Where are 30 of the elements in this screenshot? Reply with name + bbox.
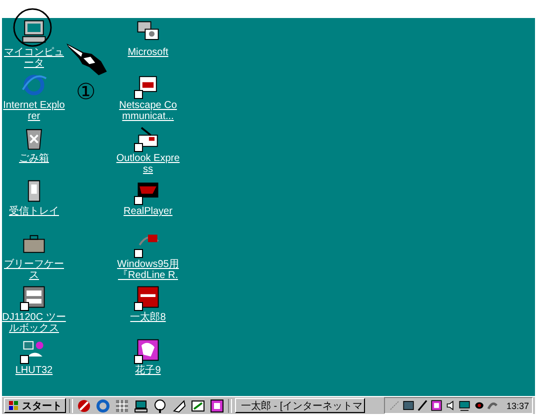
- windows-logo-icon: [8, 400, 20, 412]
- icon-label[interactable]: ブリーフケース: [2, 259, 66, 281]
- icon-label[interactable]: Microsoft: [128, 47, 168, 58]
- icon-label[interactable]: LHUT32: [15, 365, 53, 376]
- quick-launch-icon[interactable]: [190, 398, 206, 414]
- tray-icon[interactable]: [430, 399, 444, 412]
- quick-launch-icon[interactable]: [76, 398, 92, 414]
- icon-label[interactable]: Netscape Communicat...: [115, 100, 181, 122]
- icon-label[interactable]: Internet Explorer: [2, 100, 66, 122]
- quick-launch-icon[interactable]: [152, 398, 168, 414]
- icon-label[interactable]: 一太郎8: [130, 312, 166, 323]
- quick-launch-icon[interactable]: [209, 398, 225, 414]
- icon-label[interactable]: Outlook Express: [115, 153, 181, 175]
- tray-icon[interactable]: [416, 399, 430, 412]
- highlight-circle: [13, 8, 52, 47]
- icon-label[interactable]: 受信トレイ: [9, 206, 59, 217]
- icon-label[interactable]: 花子9: [135, 365, 161, 376]
- tray-icon[interactable]: [458, 399, 472, 412]
- clock: 13:37: [506, 400, 529, 410]
- icon-label[interactable]: RealPlayer: [124, 206, 172, 217]
- icon-label[interactable]: マイコンピュータ: [2, 47, 66, 69]
- icon-label[interactable]: DJ1120C ツールボックス: [2, 312, 66, 334]
- icon-label[interactable]: ごみ箱: [19, 153, 49, 164]
- taskbar-button[interactable]: 一太郎 - [インターネットマ: [235, 398, 365, 413]
- quick-launch-icon[interactable]: [133, 398, 149, 414]
- tray-icon[interactable]: [402, 399, 416, 412]
- start-button[interactable]: スタート: [4, 398, 66, 413]
- annotation-marker: ①: [76, 80, 96, 105]
- icon-label[interactable]: Windows95用『RedLine R.: [115, 259, 181, 281]
- pointing-hand-drawing: [66, 42, 108, 76]
